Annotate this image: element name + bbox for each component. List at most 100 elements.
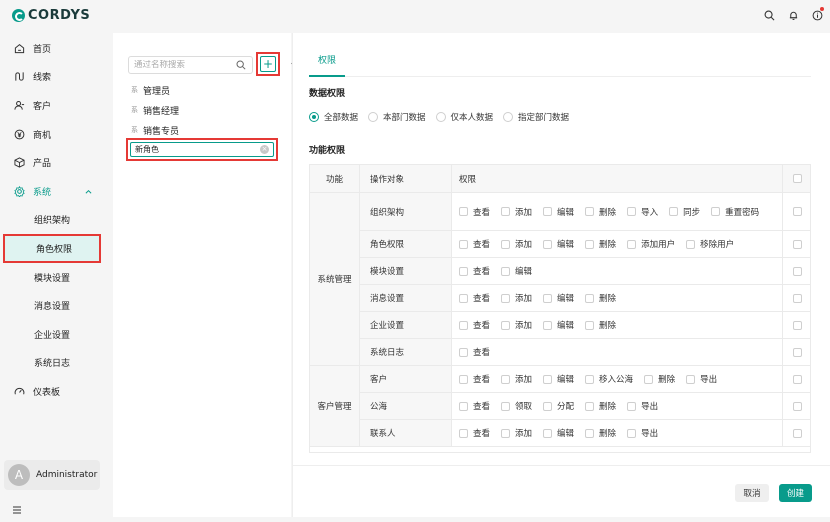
- sidebar-subitem-messages[interactable]: 消息设置: [0, 291, 104, 320]
- checkbox[interactable]: [459, 207, 468, 216]
- checkbox[interactable]: [793, 347, 802, 357]
- checkbox[interactable]: [627, 239, 637, 249]
- checkbox[interactable]: [793, 174, 802, 183]
- perm-checkbox-item[interactable]: 删除: [585, 318, 616, 332]
- perm-checkbox-item[interactable]: 查看: [459, 237, 490, 251]
- row-select-all[interactable]: [782, 258, 810, 284]
- perm-checkbox-item[interactable]: 查看: [459, 372, 490, 386]
- perm-checkbox-item[interactable]: 添加用户: [627, 237, 675, 251]
- checkbox[interactable]: [644, 374, 654, 384]
- perm-checkbox-item[interactable]: 删除: [585, 426, 616, 440]
- checkbox[interactable]: [501, 293, 511, 303]
- perm-checkbox-item[interactable]: 删除: [585, 399, 616, 413]
- checkbox[interactable]: [793, 428, 802, 438]
- checkbox[interactable]: [793, 266, 802, 276]
- search-icon[interactable]: [762, 8, 776, 22]
- checkbox[interactable]: [501, 239, 511, 249]
- checkbox[interactable]: [543, 374, 553, 384]
- perm-checkbox-item[interactable]: 添加: [501, 291, 532, 305]
- checkbox[interactable]: [585, 239, 595, 249]
- perm-checkbox-item[interactable]: 分配: [543, 399, 574, 413]
- sidebar-item-products[interactable]: 产品: [0, 148, 104, 177]
- checkbox[interactable]: [669, 207, 679, 216]
- perm-checkbox-item[interactable]: 领取: [501, 399, 532, 413]
- perm-checkbox-item[interactable]: 编辑: [543, 372, 574, 386]
- cancel-button[interactable]: 取消: [735, 484, 769, 502]
- checkbox[interactable]: [585, 428, 595, 438]
- sidebar-item-home[interactable]: 首页: [0, 34, 104, 63]
- checkbox[interactable]: [543, 207, 553, 216]
- search-icon[interactable]: [236, 60, 246, 73]
- sidebar-item-leads[interactable]: 线索: [0, 63, 104, 92]
- checkbox[interactable]: [627, 401, 637, 411]
- clear-icon[interactable]: ×: [260, 145, 269, 154]
- sidebar-subitem-enterprise[interactable]: 企业设置: [0, 320, 104, 349]
- perm-checkbox-item[interactable]: 查看: [459, 205, 490, 219]
- perm-checkbox-item[interactable]: 查看: [459, 426, 490, 440]
- checkbox[interactable]: [459, 428, 468, 438]
- header-select-all[interactable]: [782, 165, 810, 192]
- bell-icon[interactable]: [786, 8, 800, 22]
- checkbox[interactable]: [543, 320, 553, 330]
- role-search-box[interactable]: [128, 56, 253, 74]
- checkbox[interactable]: [793, 320, 802, 330]
- radio-all-data[interactable]: 全部数据: [309, 111, 358, 123]
- checkbox[interactable]: [585, 374, 595, 384]
- checkbox[interactable]: [501, 266, 511, 276]
- checkbox[interactable]: [793, 207, 802, 216]
- create-button[interactable]: 创建: [779, 484, 812, 502]
- perm-checkbox-item[interactable]: 导出: [686, 372, 717, 386]
- row-select-all[interactable]: [782, 285, 810, 311]
- perm-checkbox-item[interactable]: 重置密码: [711, 205, 759, 219]
- perm-checkbox-item[interactable]: 导出: [627, 426, 658, 440]
- perm-checkbox-item[interactable]: 编辑: [543, 205, 574, 219]
- sidebar-item-system[interactable]: 系统: [0, 177, 104, 206]
- checkbox[interactable]: [793, 401, 802, 411]
- perm-checkbox-item[interactable]: 编辑: [543, 426, 574, 440]
- checkbox[interactable]: [543, 428, 553, 438]
- checkbox[interactable]: [501, 401, 511, 411]
- user-profile[interactable]: A Administrator: [4, 460, 100, 490]
- checkbox[interactable]: [459, 293, 468, 303]
- sidebar-item-customers[interactable]: 客户: [0, 91, 104, 120]
- sidebar-item-opportunities[interactable]: 商机: [0, 120, 104, 149]
- new-role-field[interactable]: ×: [130, 142, 274, 157]
- perm-checkbox-item[interactable]: 编辑: [543, 318, 574, 332]
- perm-checkbox-item[interactable]: 编辑: [543, 237, 574, 251]
- perm-checkbox-item[interactable]: 查看: [459, 291, 490, 305]
- checkbox[interactable]: [501, 320, 511, 330]
- perm-checkbox-item[interactable]: 添加: [501, 372, 532, 386]
- perm-checkbox-item[interactable]: 查看: [459, 264, 490, 278]
- checkbox[interactable]: [501, 428, 511, 438]
- perm-checkbox-item[interactable]: 导出: [627, 399, 658, 413]
- checkbox[interactable]: [627, 207, 637, 216]
- perm-checkbox-item[interactable]: 添加: [501, 318, 532, 332]
- role-item-admin[interactable]: 系 管理员: [131, 83, 170, 97]
- checkbox[interactable]: [543, 239, 553, 249]
- info-icon[interactable]: [810, 7, 824, 22]
- perm-checkbox-item[interactable]: 查看: [459, 318, 490, 332]
- checkbox[interactable]: [501, 207, 511, 216]
- checkbox[interactable]: [459, 374, 468, 384]
- perm-checkbox-item[interactable]: 删除: [644, 372, 675, 386]
- perm-checkbox-item[interactable]: 移除用户: [686, 237, 734, 251]
- menu-collapse-icon[interactable]: [12, 506, 22, 517]
- sidebar-subitem-modules[interactable]: 模块设置: [0, 263, 104, 292]
- row-select-all[interactable]: [782, 193, 810, 230]
- checkbox[interactable]: [793, 239, 802, 249]
- checkbox[interactable]: [793, 374, 802, 384]
- checkbox[interactable]: [585, 207, 595, 216]
- radio-self-data[interactable]: 仅本人数据: [435, 111, 493, 123]
- checkbox[interactable]: [585, 320, 595, 330]
- checkbox[interactable]: [793, 293, 802, 303]
- row-select-all[interactable]: [782, 312, 810, 338]
- checkbox[interactable]: [459, 266, 468, 276]
- checkbox[interactable]: [543, 401, 553, 411]
- perm-checkbox-item[interactable]: 添加: [501, 205, 532, 219]
- sidebar-item-dashboard[interactable]: 仪表板: [0, 377, 104, 406]
- row-select-all[interactable]: [782, 366, 810, 392]
- perm-checkbox-item[interactable]: 同步: [669, 205, 700, 219]
- perm-checkbox-item[interactable]: 查看: [459, 399, 490, 413]
- perm-checkbox-item[interactable]: 删除: [585, 205, 616, 219]
- perm-checkbox-item[interactable]: 导入: [627, 205, 658, 219]
